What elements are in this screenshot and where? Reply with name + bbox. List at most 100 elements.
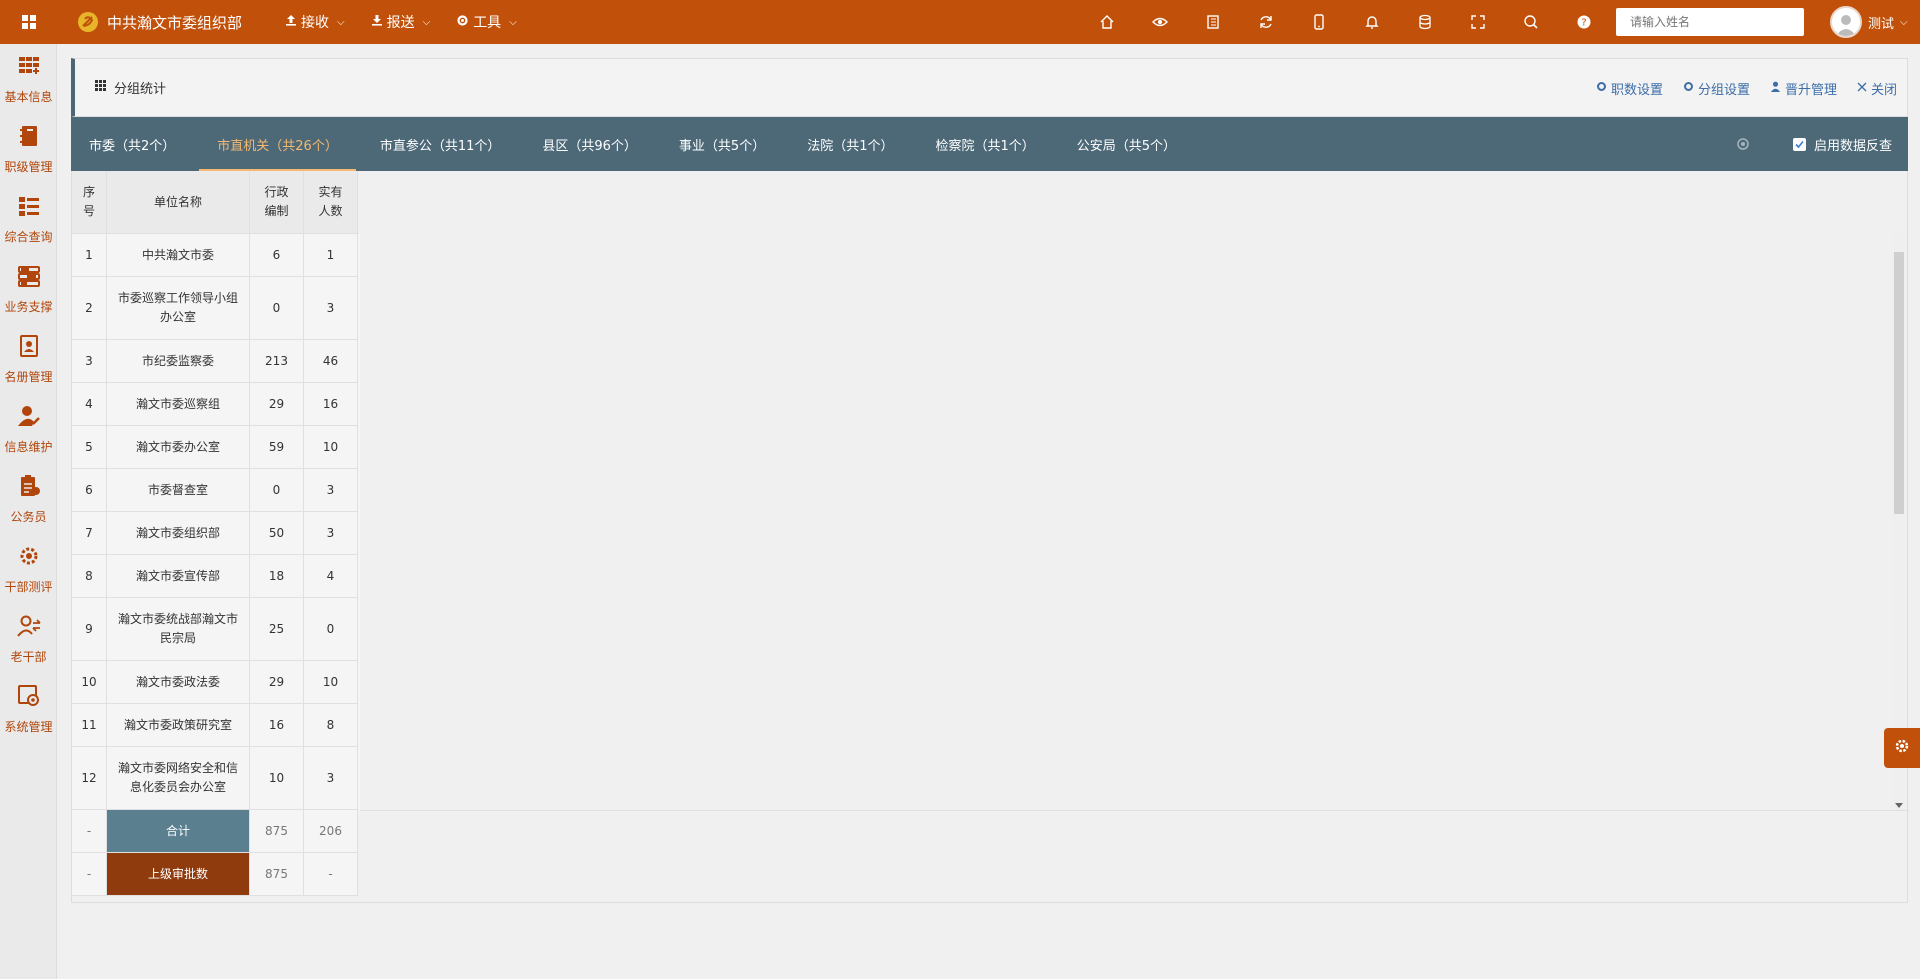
group-tabs: 市委（共2个） 市直机关（共26个） 市直参公（共11个） 县区（共96个） 事…	[71, 117, 1908, 171]
tab-court[interactable]: 法院（共1个）	[789, 117, 911, 171]
statistics-table: 序 号 单位名称 行政 编制 实有 人数 1 中共瀚文市委 6 1 2 市委巡察…	[71, 171, 1909, 903]
total-no: -	[72, 810, 107, 853]
row-admin-quota: 18	[250, 555, 304, 598]
row-actual-count: 4	[304, 555, 358, 598]
row-admin-quota: 6	[250, 234, 304, 277]
floating-settings-button[interactable]	[1884, 728, 1920, 768]
approved-row: - 上级审批数 875 -	[72, 853, 358, 896]
settings-icon[interactable]	[1736, 137, 1750, 151]
settings-circle-icon	[17, 544, 41, 572]
table-row[interactable]: 2 市委巡察工作领导小组办公室 0 3	[72, 277, 360, 340]
sidebar-item-info-maintenance[interactable]: 信息维护	[0, 394, 57, 464]
sidebar-item-label: 名册管理	[4, 369, 53, 384]
help-icon[interactable]: ?	[1557, 0, 1610, 44]
user-edit-icon	[17, 404, 41, 432]
row-admin-quota: 10	[250, 747, 304, 810]
promotion-management-label: 晋升管理	[1784, 83, 1837, 98]
sidebar-item-label: 业务支撑	[4, 299, 53, 314]
row-unit-name: 瀚文市委网络安全和信息化委员会办公室	[107, 747, 250, 810]
row-actual-count: 10	[304, 661, 358, 704]
book-icon[interactable]	[1186, 0, 1239, 44]
sidebar-item-label: 老干部	[10, 649, 47, 664]
download-icon	[371, 14, 383, 30]
sidebar-item-cadre-evaluation[interactable]: 干部测评	[0, 534, 57, 604]
row-no: 1	[72, 234, 107, 277]
sidebar-item-retired-cadre[interactable]: 老干部	[0, 604, 57, 674]
table-row[interactable]: 1 中共瀚文市委 6 1	[72, 234, 360, 277]
sidebar-item-rank-management[interactable]: 职级管理	[0, 114, 57, 184]
approved-actual-count: -	[304, 853, 358, 896]
table-row[interactable]: 7 瀚文市委组织部 50 3	[72, 512, 360, 555]
row-no: 11	[72, 704, 107, 747]
tab-public-security[interactable]: 公安局（共5个）	[1059, 117, 1194, 171]
chevron-down-icon: ⌵	[337, 16, 345, 28]
gear-icon	[1596, 81, 1607, 96]
table-row[interactable]: 8 瀚文市委宣传部 18 4	[72, 555, 360, 598]
sidebar-item-label: 基本信息	[4, 89, 53, 104]
bell-icon[interactable]	[1345, 0, 1398, 44]
user-menu[interactable]: 测试 ⌵	[1830, 5, 1908, 39]
row-no: 8	[72, 555, 107, 598]
tab-municipal-public-service[interactable]: 市直参公（共11个）	[362, 117, 519, 171]
search-input[interactable]	[1616, 8, 1804, 36]
notebook-icon	[17, 124, 41, 152]
tab-municipal-organs[interactable]: 市直机关（共26个）	[199, 117, 356, 171]
tab-procuratorate[interactable]: 检察院（共1个）	[917, 117, 1052, 171]
table-row[interactable]: 10 瀚文市委政法委 29 10	[72, 661, 360, 704]
divider	[360, 810, 1909, 811]
vertical-scrollbar[interactable]	[1893, 234, 1905, 810]
sidebar-item-system-management[interactable]: 系统管理	[0, 674, 57, 744]
row-admin-quota: 50	[250, 512, 304, 555]
row-actual-count: 46	[304, 340, 358, 383]
gear-icon	[456, 14, 469, 31]
sidebar-item-roster-management[interactable]: 名册管理	[0, 324, 57, 394]
row-unit-name: 瀚文市委巡察组	[107, 383, 250, 426]
sidebar-item-label: 系统管理	[4, 719, 53, 734]
row-actual-count: 3	[304, 469, 358, 512]
group-statistics-panel: 分组统计 职数设置 分组设置 晋升管理 关闭 市委（共2个） 市直机关（共26个…	[71, 58, 1909, 903]
database-icon[interactable]	[1398, 0, 1451, 44]
close-button[interactable]: 关闭	[1857, 79, 1897, 98]
chevron-down-icon: ⌵	[1900, 16, 1908, 28]
menu-tools[interactable]: 工具 ⌵	[456, 12, 517, 32]
promotion-management-button[interactable]: 晋升管理	[1770, 79, 1837, 98]
group-settings-button[interactable]: 分组设置	[1683, 79, 1750, 98]
table-row[interactable]: 11 瀚文市委政策研究室 16 8	[72, 704, 360, 747]
row-unit-name: 瀚文市委政策研究室	[107, 704, 250, 747]
data-check-checkbox[interactable]	[1792, 137, 1806, 151]
position-count-settings-button[interactable]: 职数设置	[1596, 79, 1663, 98]
tab-institutions[interactable]: 事业（共5个）	[661, 117, 783, 171]
fullscreen-icon[interactable]	[1451, 0, 1504, 44]
table-row[interactable]: 12 瀚文市委网络安全和信息化委员会办公室 10 3	[72, 747, 360, 810]
home-icon[interactable]	[1080, 0, 1133, 44]
sidebar-item-business-support[interactable]: 业务支撑	[0, 254, 57, 324]
clipboard-icon	[17, 474, 41, 502]
menu-report[interactable]: 报送 ⌵	[371, 12, 431, 32]
scroll-down-arrow-icon[interactable]	[1895, 803, 1903, 808]
table-row[interactable]: 9 瀚文市委统战部瀚文市民宗局 25 0	[72, 598, 360, 661]
menu-receive[interactable]: 接收 ⌵	[285, 12, 345, 32]
chevron-down-icon: ⌵	[422, 16, 431, 28]
apps-grid-icon[interactable]	[0, 0, 57, 44]
row-unit-name: 中共瀚文市委	[107, 234, 250, 277]
table-row[interactable]: 6 市委督查室 0 3	[72, 469, 360, 512]
data-check-label: 启用数据反查	[1813, 138, 1892, 154]
refresh-icon[interactable]	[1239, 0, 1292, 44]
tab-counties-districts[interactable]: 县区（共96个）	[524, 117, 655, 171]
upload-icon	[285, 14, 297, 30]
mobile-icon[interactable]	[1292, 0, 1345, 44]
tab-municipal-committee[interactable]: 市委（共2个）	[71, 117, 193, 171]
page-title: 分组统计	[114, 82, 167, 97]
row-no: 5	[72, 426, 107, 469]
table-row[interactable]: 5 瀚文市委办公室 59 10	[72, 426, 360, 469]
sidebar-item-basic-info[interactable]: 基本信息	[0, 44, 57, 114]
table-row[interactable]: 3 市纪委监察委 213 46	[72, 340, 360, 383]
menu-receive-label: 接收	[301, 15, 329, 31]
scrollbar-thumb[interactable]	[1894, 252, 1904, 514]
search-icon[interactable]	[1504, 0, 1557, 44]
sidebar-item-civil-servant[interactable]: 公务员	[0, 464, 57, 534]
eye-icon[interactable]	[1133, 0, 1186, 44]
sliders-icon	[17, 264, 41, 292]
table-row[interactable]: 4 瀚文市委巡察组 29 16	[72, 383, 360, 426]
sidebar-item-comprehensive-query[interactable]: 综合查询	[0, 184, 57, 254]
